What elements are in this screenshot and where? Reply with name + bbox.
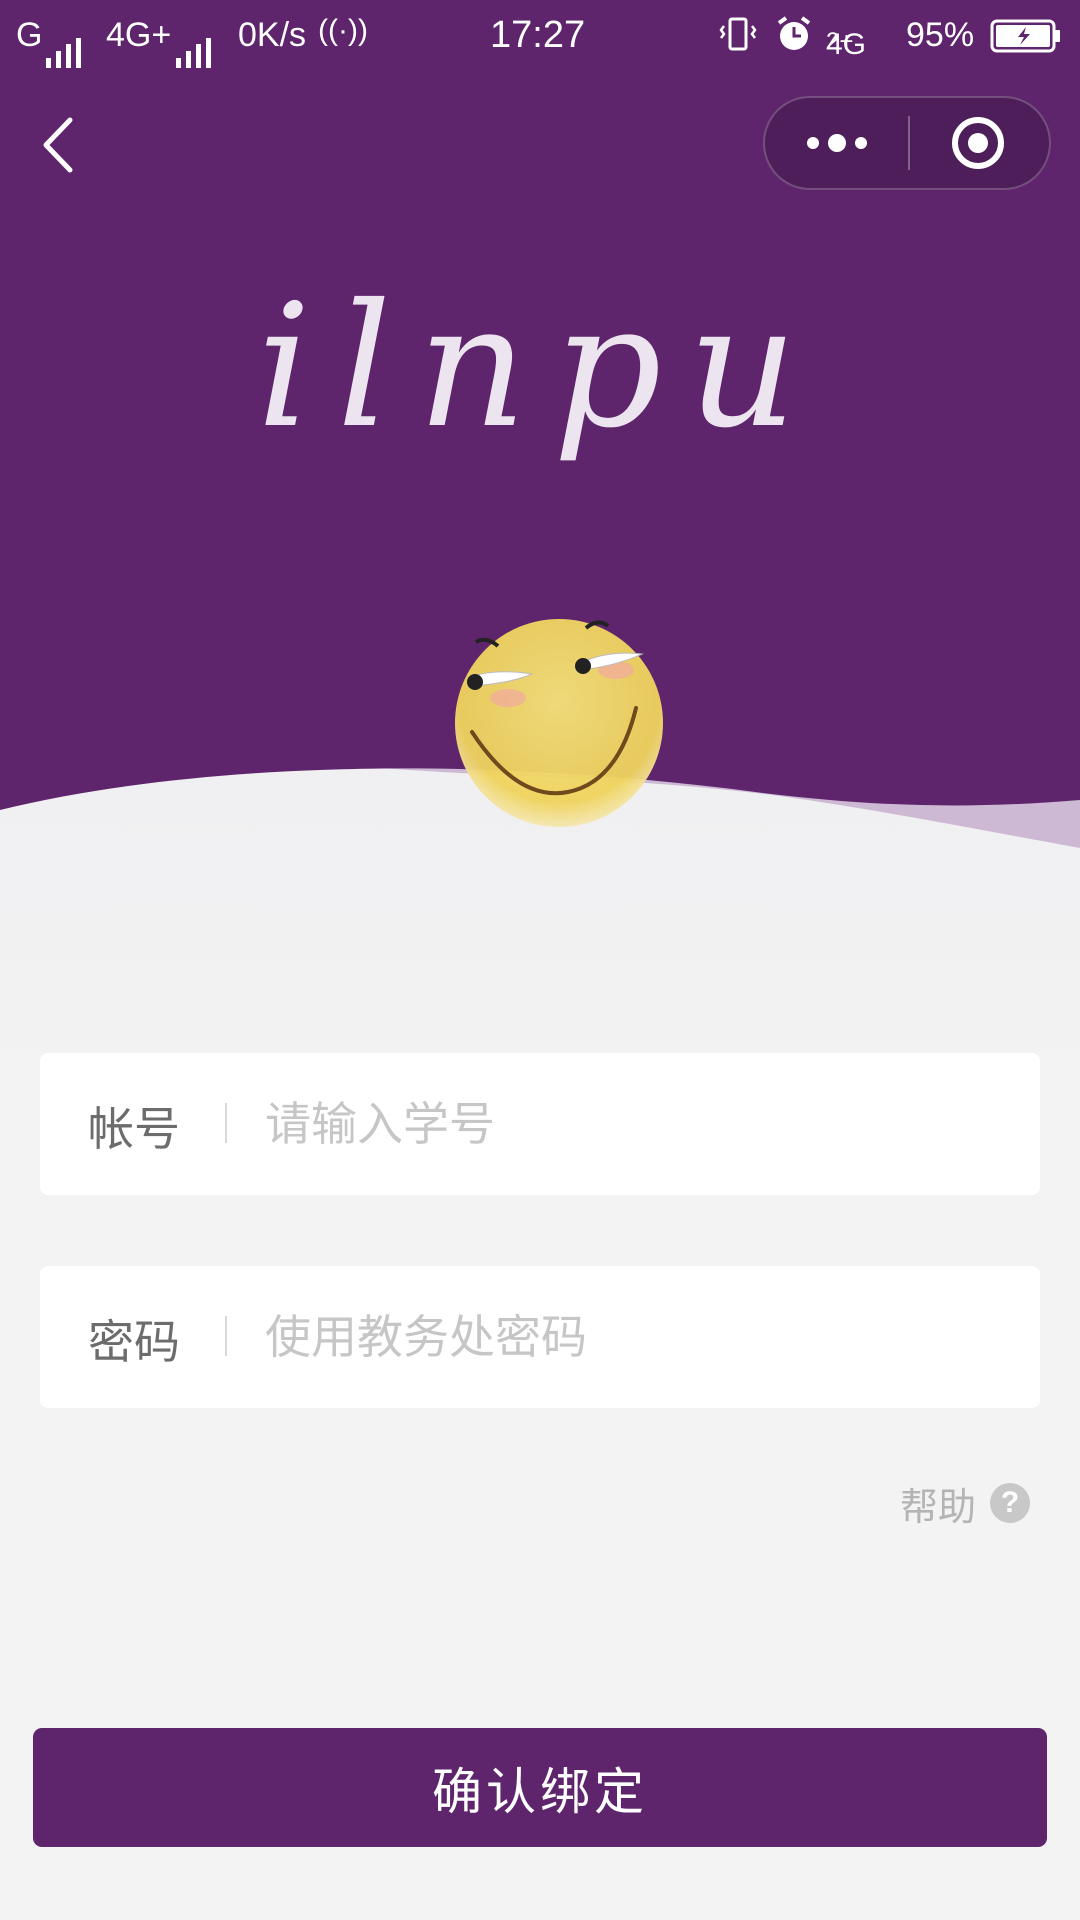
password-label: 密码 xyxy=(88,1315,180,1369)
account-divider xyxy=(225,1103,227,1143)
vibrate-icon xyxy=(718,14,758,63)
mini-program-capsule xyxy=(763,96,1051,190)
account-input[interactable] xyxy=(265,1053,1005,1195)
smirk-emoji-icon xyxy=(455,619,663,827)
question-circle-icon: ? xyxy=(990,1483,1030,1523)
clock: 17:27 xyxy=(490,14,586,56)
capsule-divider xyxy=(908,116,910,170)
app-logo-text: ilnpu xyxy=(256,268,824,466)
network-speed: 0K/s xyxy=(238,16,307,54)
password-input[interactable] xyxy=(265,1266,1005,1408)
network-type-1: G xyxy=(16,16,43,54)
account-label: 帐号 xyxy=(88,1102,180,1156)
alarm-icon xyxy=(774,14,814,63)
chevron-left-icon xyxy=(43,117,73,173)
target-circle-icon xyxy=(952,117,1004,169)
status-bar: G 4G+ 0K/s ((·)) 17:27 4G 2+ 95% xyxy=(0,0,1080,72)
password-field: 密码 xyxy=(40,1266,1040,1408)
network-type-2: 4G+ xyxy=(106,16,172,54)
help-label: 帮助 xyxy=(899,1484,976,1529)
more-dots-icon xyxy=(807,134,867,152)
battery-charging-icon xyxy=(990,18,1062,63)
help-link[interactable]: 帮助 ? xyxy=(899,1478,1030,1529)
hotspot-icon: ((·)) xyxy=(318,14,368,47)
back-button[interactable] xyxy=(36,112,86,178)
password-divider xyxy=(225,1316,227,1356)
account-field: 帐号 xyxy=(40,1053,1040,1195)
close-mini-program-button[interactable] xyxy=(912,98,1049,188)
confirm-bind-button[interactable]: 确认绑定 xyxy=(33,1728,1047,1847)
battery-percent: 95% xyxy=(906,16,975,54)
more-button[interactable] xyxy=(765,98,908,188)
